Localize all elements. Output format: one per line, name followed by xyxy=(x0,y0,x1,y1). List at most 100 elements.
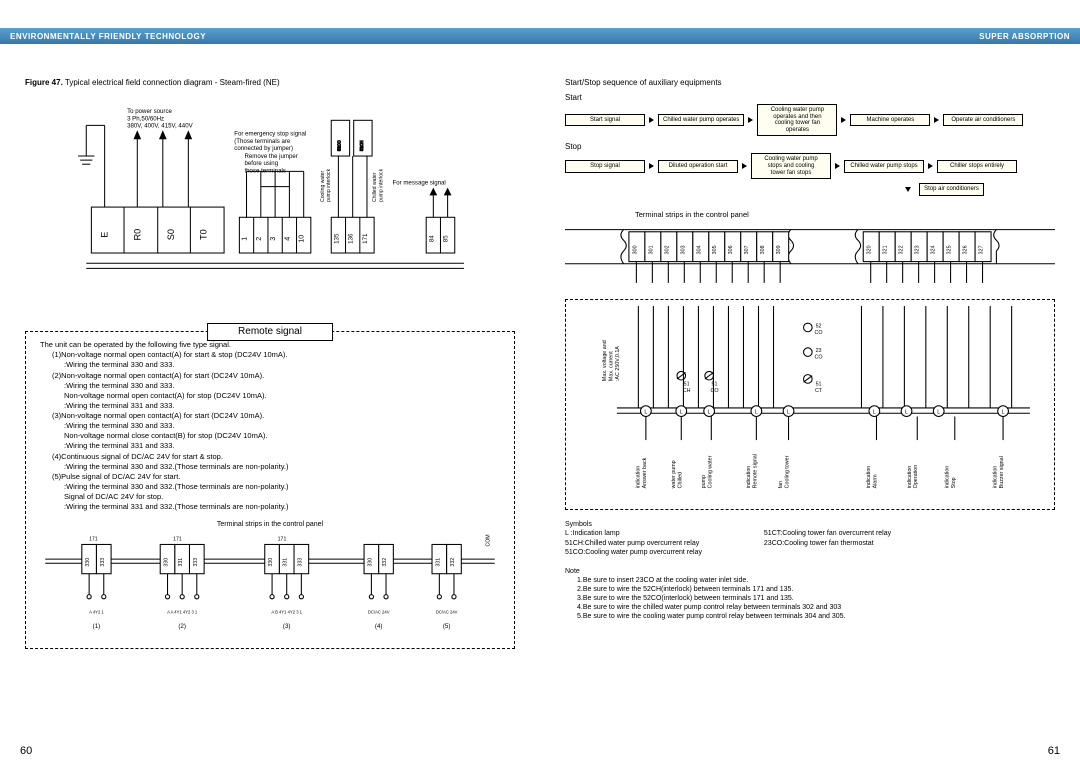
svg-text:(4): (4) xyxy=(375,623,383,630)
stop-extra-flow: Stop air conditioners xyxy=(905,183,1055,196)
arrow-icon xyxy=(841,117,846,123)
page-number-right: 61 xyxy=(1048,745,1060,757)
symbols-heading: Symbols xyxy=(565,520,1055,529)
svg-text:indication: indication xyxy=(866,466,872,489)
remote-line: (4)Continuous signal of DC/AC 24V for st… xyxy=(40,452,500,462)
svg-text:L: L xyxy=(1002,410,1005,416)
svg-text:connected by jumper): connected by jumper) xyxy=(234,145,293,152)
svg-text:L: L xyxy=(680,410,683,416)
svg-text:(2): (2) xyxy=(178,623,186,630)
svg-text:Cooling tower: Cooling tower xyxy=(785,456,791,489)
remote-line: :Wiring the terminal 330 and 333. xyxy=(40,421,500,431)
arrow-icon xyxy=(649,117,654,123)
svg-text:171: 171 xyxy=(173,536,182,542)
header-bar: ENVIRONMENTALLY FRIENDLY TECHNOLOGY SUPE… xyxy=(0,28,1080,44)
power-line1: To power source xyxy=(127,108,172,115)
svg-text:L: L xyxy=(937,410,940,416)
remote-title: Remote signal xyxy=(207,323,333,341)
svg-text:332: 332 xyxy=(382,557,388,566)
svg-text:Buzzer signal: Buzzer signal xyxy=(999,456,1005,488)
svg-text:4: 4 xyxy=(283,237,291,241)
note-block: Note 1.Be sure to insert 23CO at the coo… xyxy=(565,567,1055,622)
svg-text:333: 333 xyxy=(100,557,106,566)
svg-text:DC/AC 24V: DC/AC 24V xyxy=(436,609,458,614)
stop-flow: Stop signalDiluted operation startCoolin… xyxy=(565,153,1055,179)
svg-text:323: 323 xyxy=(915,245,921,254)
remote-line: :Wiring the terminal 331 and 332.(Those … xyxy=(40,502,500,512)
flow-box: Chilled water pump operates xyxy=(658,114,744,127)
remote-line: :Wiring the terminal 330 and 332.(Those … xyxy=(40,482,500,492)
svg-text:326: 326 xyxy=(963,245,969,254)
svg-text:330: 330 xyxy=(367,557,373,566)
flow-box: Chiller stops entirely xyxy=(937,160,1017,173)
arrow-icon xyxy=(742,163,747,169)
right-terminal-strip: 300301302303304305306307308309 320321322… xyxy=(565,219,1055,294)
svg-text:Operation: Operation xyxy=(913,465,919,489)
svg-text:S0: S0 xyxy=(166,229,176,240)
svg-text:Remove the jumper: Remove the jumper xyxy=(244,153,297,160)
remote-line: (1)Non-voltage normal open contact(A) fo… xyxy=(40,350,500,360)
svg-text:306: 306 xyxy=(728,245,734,254)
svg-text:L: L xyxy=(644,410,647,416)
svg-text:327: 327 xyxy=(979,245,985,254)
svg-text:CO: CO xyxy=(815,330,823,336)
arrow-icon xyxy=(649,163,654,169)
stop-extra: Stop air conditioners xyxy=(919,183,984,196)
svg-text:3: 3 xyxy=(269,237,277,241)
header-right: SUPER ABSORPTION xyxy=(979,32,1070,41)
figure-text: Typical electrical field connection diag… xyxy=(65,78,280,87)
remote-line: (5)Pulse signal of DC/AC 24V for start. xyxy=(40,472,500,482)
svg-text:302: 302 xyxy=(664,245,670,254)
flow-box: Operate air conditioners xyxy=(943,114,1023,127)
note-line: 3.Be sure to wire the 52CO(interlock) be… xyxy=(565,594,1055,603)
remote-line: (3)Non-voltage normal open contact(A) fo… xyxy=(40,411,500,421)
power-line2: 3 Ph,50/60Hz xyxy=(127,115,164,122)
svg-text:water pump: water pump xyxy=(671,461,677,490)
remote-intro: The unit can be operated by the followin… xyxy=(40,340,500,350)
big-terminal-row: E R0 S0 T0 xyxy=(91,207,224,253)
svg-text:333: 333 xyxy=(297,557,303,566)
flow-box: Cooling water pumpoperates and thencooli… xyxy=(757,104,837,136)
note-line: 5.Be sure to wire the cooling water pump… xyxy=(565,612,1055,621)
svg-text:308: 308 xyxy=(760,245,766,254)
svg-text:(Those terminals are: (Those terminals are xyxy=(234,138,291,145)
remote-line: :Wiring the terminal 331 and 333. xyxy=(40,441,500,451)
figure-number: Figure 47. xyxy=(25,78,63,87)
svg-text:303: 303 xyxy=(680,245,686,254)
svg-text:1: 1 xyxy=(241,237,249,241)
svg-text:indication: indication xyxy=(944,466,950,489)
svg-text:A A 4Y1 4Y2 3 1: A A 4Y1 4Y2 3 1 xyxy=(167,609,198,614)
svg-text:DC/AC 24V: DC/AC 24V xyxy=(368,609,390,614)
svg-text:A B 4Y1 4Y2 3 1: A B 4Y1 4Y2 3 1 xyxy=(271,609,302,614)
svg-text:331: 331 xyxy=(178,557,184,566)
svg-text:Remote signal: Remote signal xyxy=(752,454,758,488)
svg-text:322: 322 xyxy=(899,245,905,254)
svg-text:Chilled: Chilled xyxy=(677,472,683,488)
svg-text:330: 330 xyxy=(268,557,274,566)
svg-text:indication: indication xyxy=(993,466,999,489)
svg-text:L: L xyxy=(755,410,758,416)
small-terminal-group-3: 84 85 xyxy=(426,217,455,253)
svg-text:For emergency stop signal: For emergency stop signal xyxy=(234,131,306,138)
svg-text:Max. voltage and: Max. voltage and xyxy=(602,341,608,382)
note-line: 4.Be sure to wire the chilled water pump… xyxy=(565,603,1055,612)
note-line: 2.Be sure to wire the 52CH(interlock) be… xyxy=(565,585,1055,594)
symbols-block: Symbols L :Indication lamp51CH:Chilled w… xyxy=(565,520,1055,556)
svg-text:Answer back: Answer back xyxy=(642,458,648,489)
remote-line: :Wiring the terminal 331 and 333. xyxy=(40,401,500,411)
svg-text:(1): (1) xyxy=(93,623,101,630)
svg-text:52: 52 xyxy=(816,324,822,330)
svg-text:332: 332 xyxy=(450,557,456,566)
arrow-icon xyxy=(928,163,933,169)
svg-text:R0: R0 xyxy=(132,229,142,241)
right-terminal-caption: Terminal strips in the control panel xyxy=(635,210,1055,219)
start-label: Start xyxy=(565,93,1055,102)
svg-text:320: 320 xyxy=(867,245,873,254)
remote-terminal-diagram: 171330333(1)A 4Y2 1171330331333(2)A A 4Y… xyxy=(40,534,500,633)
flow-box: Diluted operation start xyxy=(658,160,738,173)
svg-text:330: 330 xyxy=(164,557,170,566)
svg-text:171: 171 xyxy=(89,536,98,542)
svg-text:CT: CT xyxy=(815,388,823,394)
symbol-line: 51CO:Cooling water pump overcurrent rela… xyxy=(565,548,702,557)
svg-text:(5): (5) xyxy=(443,623,451,630)
